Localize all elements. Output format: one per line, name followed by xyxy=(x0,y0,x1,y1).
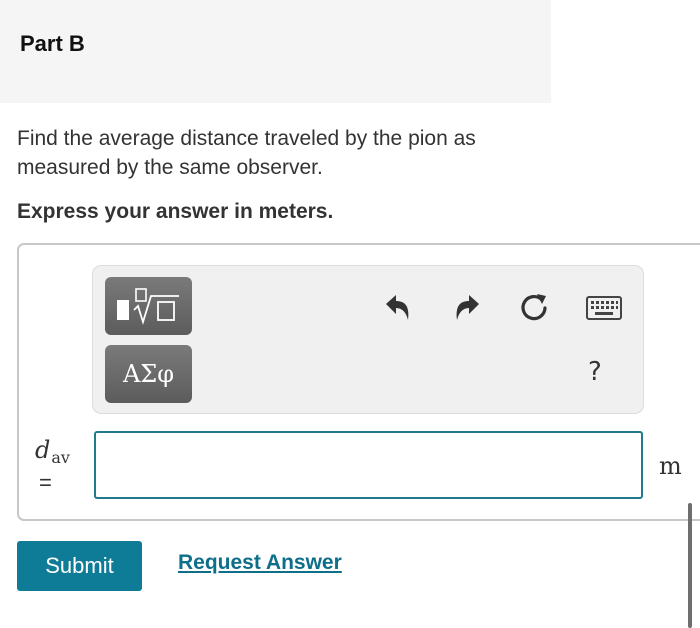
greek-symbols-button[interactable]: ΑΣφ xyxy=(105,345,192,403)
reset-icon[interactable] xyxy=(516,289,552,325)
scrollbar[interactable] xyxy=(688,503,692,628)
variable-subscript: av xyxy=(51,448,70,467)
request-answer-link[interactable]: Request Answer xyxy=(178,551,342,575)
undo-icon[interactable] xyxy=(380,289,416,325)
part-header: Part B xyxy=(0,0,551,103)
question-text: Find the average distance traveled by th… xyxy=(17,127,476,179)
answer-instruction: Express your answer in meters. xyxy=(17,200,334,223)
answer-variable-label: dav xyxy=(35,436,70,467)
part-title: Part B xyxy=(20,31,85,56)
keyboard-icon[interactable] xyxy=(584,293,624,323)
help-icon[interactable]: ? xyxy=(588,357,602,387)
templates-icon xyxy=(116,288,179,326)
templates-button[interactable] xyxy=(105,277,192,335)
variable-symbol: d xyxy=(35,436,51,464)
unit-label: m xyxy=(659,452,682,480)
redo-icon[interactable] xyxy=(449,289,485,325)
equals-sign: = xyxy=(39,470,52,495)
submit-button[interactable]: Submit xyxy=(17,541,142,591)
answer-input[interactable] xyxy=(94,431,643,499)
